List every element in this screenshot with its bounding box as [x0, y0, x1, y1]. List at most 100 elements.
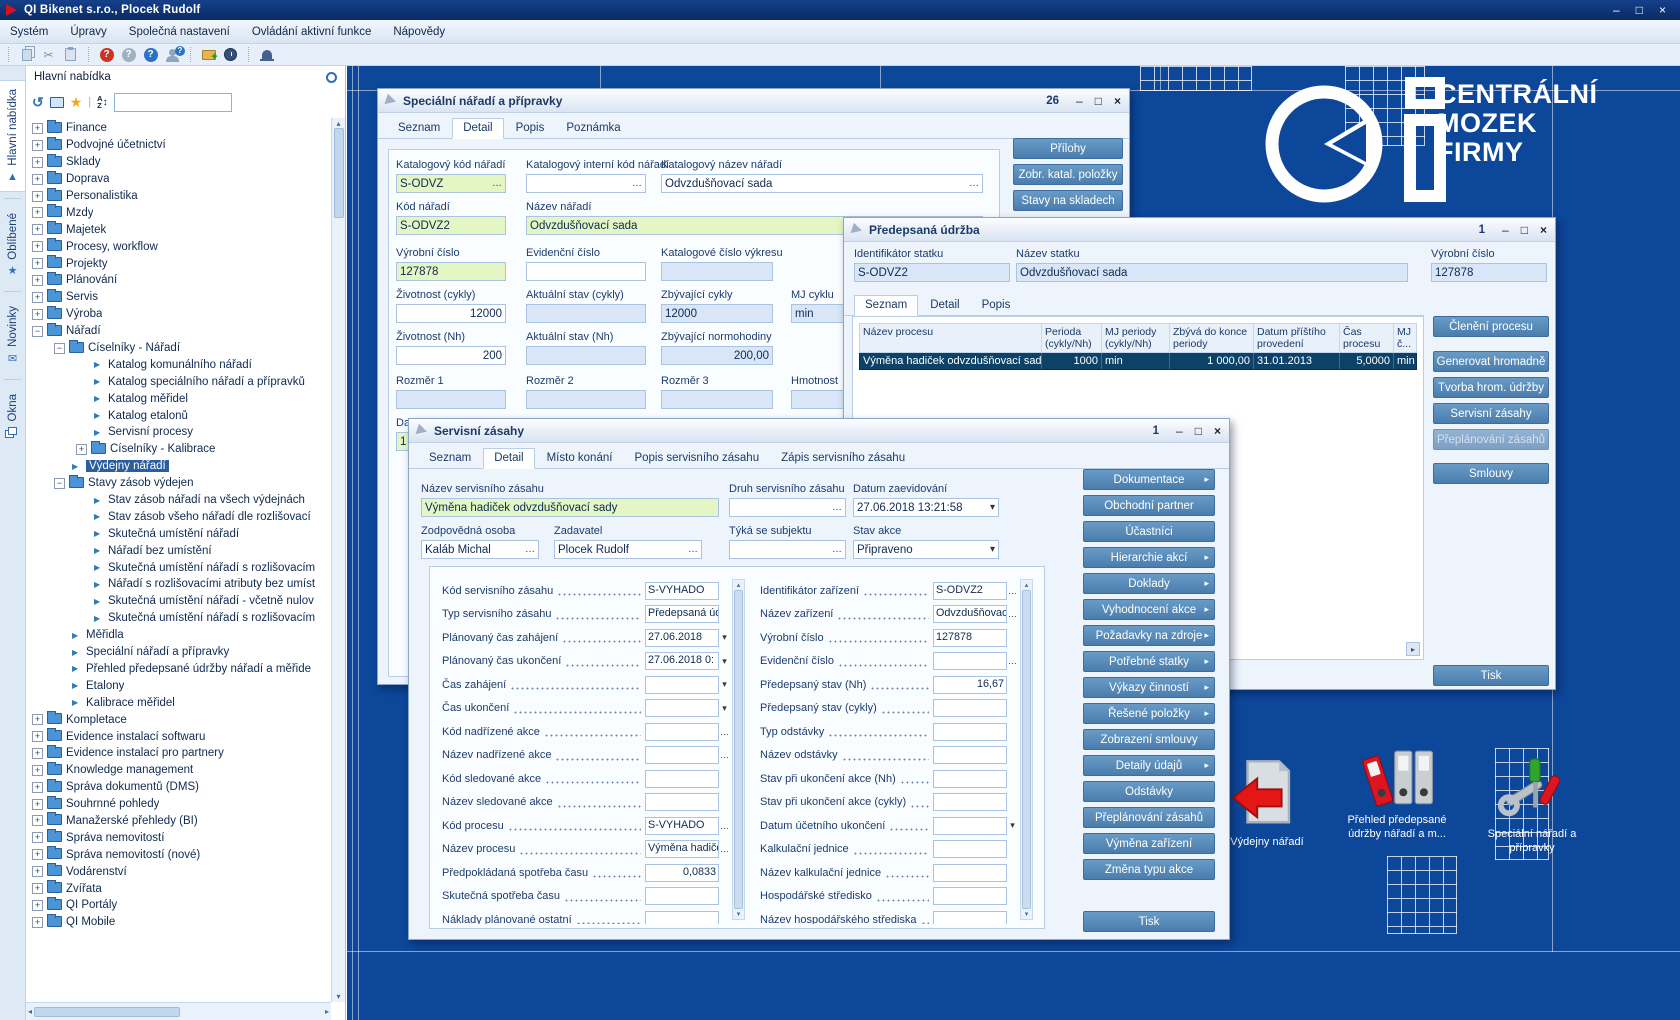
- tree-item[interactable]: ▶Katalog komunálního nářadí: [26, 356, 331, 373]
- field-value[interactable]: [933, 652, 1007, 670]
- copy-icon[interactable]: [18, 47, 35, 63]
- tree-item[interactable]: +QI Portály: [26, 897, 331, 914]
- ellipsis-button[interactable]: …: [719, 821, 730, 831]
- window-titlebar[interactable]: Speciální nářadí a přípravky 26 – □ ×: [378, 89, 1129, 113]
- field-value[interactable]: [933, 911, 1007, 924]
- scroll-right-button[interactable]: ▸: [1406, 642, 1420, 656]
- tree-item[interactable]: +Procesy, workflow: [26, 238, 331, 255]
- tree-item[interactable]: ▶Skutečná umístění nářadí s rozlišovacím: [26, 559, 331, 576]
- tree-item[interactable]: −Číselníky - Nářadí: [26, 340, 331, 357]
- button-Výměna zařízení[interactable]: Výměna zařízení: [1083, 833, 1215, 854]
- tree-item[interactable]: ▶Skutečná umístění nářadí s rozlišovacím: [26, 610, 331, 627]
- field-value[interactable]: [933, 723, 1007, 741]
- tab-Detail[interactable]: Detail: [483, 448, 534, 469]
- expander-icon[interactable]: +: [76, 444, 87, 455]
- ellipsis-button[interactable]: …: [525, 544, 535, 555]
- expander-icon[interactable]: +: [32, 815, 43, 826]
- close-button[interactable]: ×: [1540, 223, 1547, 237]
- tree-item[interactable]: ▶Nářadí bez umístění: [26, 542, 331, 559]
- maximize-button[interactable]: □: [1521, 223, 1528, 237]
- refresh-icon[interactable]: ↺: [32, 94, 44, 111]
- button-Doklady[interactable]: Doklady▸: [1083, 573, 1215, 594]
- button-Požadavky na zdroje[interactable]: Požadavky na zdroje▸: [1083, 625, 1215, 646]
- tree-item[interactable]: +Evidence instalací softwaru: [26, 728, 331, 745]
- expander-icon[interactable]: +: [32, 832, 43, 843]
- field-value[interactable]: 12000: [400, 308, 502, 320]
- tab-Seznam[interactable]: Seznam: [854, 295, 918, 316]
- expander-icon[interactable]: +: [32, 714, 43, 725]
- dropdown-icon[interactable]: ▾: [990, 544, 995, 555]
- button-Změna typu akce[interactable]: Změna typu akce: [1083, 859, 1215, 880]
- button-Zobrazení smlouvy[interactable]: Zobrazení smlouvy: [1083, 729, 1215, 750]
- button-Smlouvy[interactable]: Smlouvy: [1433, 463, 1549, 484]
- field-value[interactable]: [645, 723, 719, 741]
- expander-icon[interactable]: +: [32, 123, 43, 134]
- expander-icon[interactable]: +: [32, 866, 43, 877]
- field-value[interactable]: [933, 817, 1007, 835]
- field-value[interactable]: [933, 793, 1007, 811]
- favorites-star-icon[interactable]: ★: [70, 94, 83, 111]
- tree-item[interactable]: ▶Stav zásob všeho nářadí dle rozlišovací: [26, 508, 331, 525]
- dropdown-icon[interactable]: ▾: [719, 656, 730, 667]
- paste-icon[interactable]: [62, 47, 79, 63]
- button-Přílohy[interactable]: Přílohy: [1013, 138, 1123, 159]
- field-value[interactable]: S-ODVZ2: [933, 582, 1007, 600]
- sidebar-tab-novinky[interactable]: Novinky ✉: [0, 298, 25, 373]
- table-row[interactable]: Výměna hadiček odvzdušňovací sady1000min…: [859, 353, 1417, 370]
- help-icon[interactable]: ?: [142, 47, 159, 63]
- form-scrollbar[interactable]: ▴▾: [1020, 579, 1033, 920]
- tree-item[interactable]: +Souhrnné pohledy: [26, 796, 331, 813]
- help-form-icon[interactable]: ?: [120, 47, 137, 63]
- field-value[interactable]: min: [795, 308, 847, 320]
- tree-item[interactable]: +Výroba: [26, 306, 331, 323]
- window-titlebar[interactable]: Předepsaná údržba 1 – □ ×: [844, 218, 1555, 242]
- expander-icon[interactable]: +: [32, 191, 43, 202]
- field-value[interactable]: Plocek Rudolf: [558, 544, 686, 556]
- field-value[interactable]: 12000: [665, 308, 769, 320]
- field-value[interactable]: [645, 746, 719, 764]
- button-Tvorba hrom. údržby[interactable]: Tvorba hrom. údržby: [1433, 377, 1549, 398]
- button-Stavy na skladech[interactable]: Stavy na skladech: [1013, 190, 1123, 211]
- field-value[interactable]: Výměna hadiček odvzdušňovací sady: [425, 502, 715, 514]
- tree-item[interactable]: ▶Stav zásob nářadí na všech výdejnách: [26, 492, 331, 509]
- field-value[interactable]: 200,00: [665, 350, 769, 362]
- button-Dokumentace[interactable]: Dokumentace▸: [1083, 469, 1215, 490]
- dropdown-icon[interactable]: ▾: [990, 502, 995, 513]
- tree-item[interactable]: −Stavy zásob výdejen: [26, 475, 331, 492]
- minimize-button[interactable]: –: [1076, 94, 1083, 108]
- monitor-icon[interactable]: [50, 97, 64, 108]
- expander-icon[interactable]: +: [32, 765, 43, 776]
- tab-Detail[interactable]: Detail: [452, 118, 503, 139]
- tree-item[interactable]: +Sklady: [26, 154, 331, 171]
- minimize-button[interactable]: –: [1502, 223, 1509, 237]
- column-header[interactable]: Perioda (cykly/Nh): [1042, 324, 1102, 352]
- tab-Popis servisního zásahu[interactable]: Popis servisního zásahu: [624, 449, 769, 468]
- field-value[interactable]: S-ODVZ2: [400, 220, 502, 232]
- button-Obchodní partner[interactable]: Obchodní partner: [1083, 495, 1215, 516]
- expander-icon[interactable]: +: [32, 782, 43, 793]
- tree-item[interactable]: ▶Měřidla: [26, 627, 331, 644]
- field-value[interactable]: [645, 911, 719, 924]
- expander-icon[interactable]: +: [32, 157, 43, 168]
- notifications-bell-icon[interactable]: [258, 47, 275, 63]
- tab-Zápis servisního zásahu[interactable]: Zápis servisního zásahu: [771, 449, 915, 468]
- field-value[interactable]: 127878: [933, 629, 1007, 647]
- tree-item[interactable]: ▶Přehled předepsané údržby nářadí a měři…: [26, 661, 331, 678]
- expander-icon[interactable]: +: [32, 174, 43, 185]
- button-Účastníci[interactable]: Účastníci: [1083, 521, 1215, 542]
- app-minimize-button[interactable]: –: [1613, 3, 1620, 17]
- tree-item[interactable]: +QI Mobile: [26, 914, 331, 931]
- tab-Popis[interactable]: Popis: [506, 119, 555, 138]
- ellipsis-button[interactable]: …: [719, 844, 730, 854]
- tree-item[interactable]: ▶Výdejny nářadí: [26, 458, 331, 475]
- field-value[interactable]: [645, 887, 719, 905]
- expander-icon[interactable]: −: [32, 326, 43, 337]
- field-value[interactable]: [933, 887, 1007, 905]
- app-maximize-button[interactable]: □: [1636, 3, 1643, 17]
- field-value[interactable]: S-ODVZ2: [858, 267, 1006, 279]
- history-clock-icon[interactable]: [222, 47, 239, 63]
- tab-Seznam[interactable]: Seznam: [388, 119, 450, 138]
- tab-Popis[interactable]: Popis: [972, 296, 1021, 315]
- field-value[interactable]: [645, 793, 719, 811]
- ellipsis-button[interactable]: …: [719, 727, 730, 737]
